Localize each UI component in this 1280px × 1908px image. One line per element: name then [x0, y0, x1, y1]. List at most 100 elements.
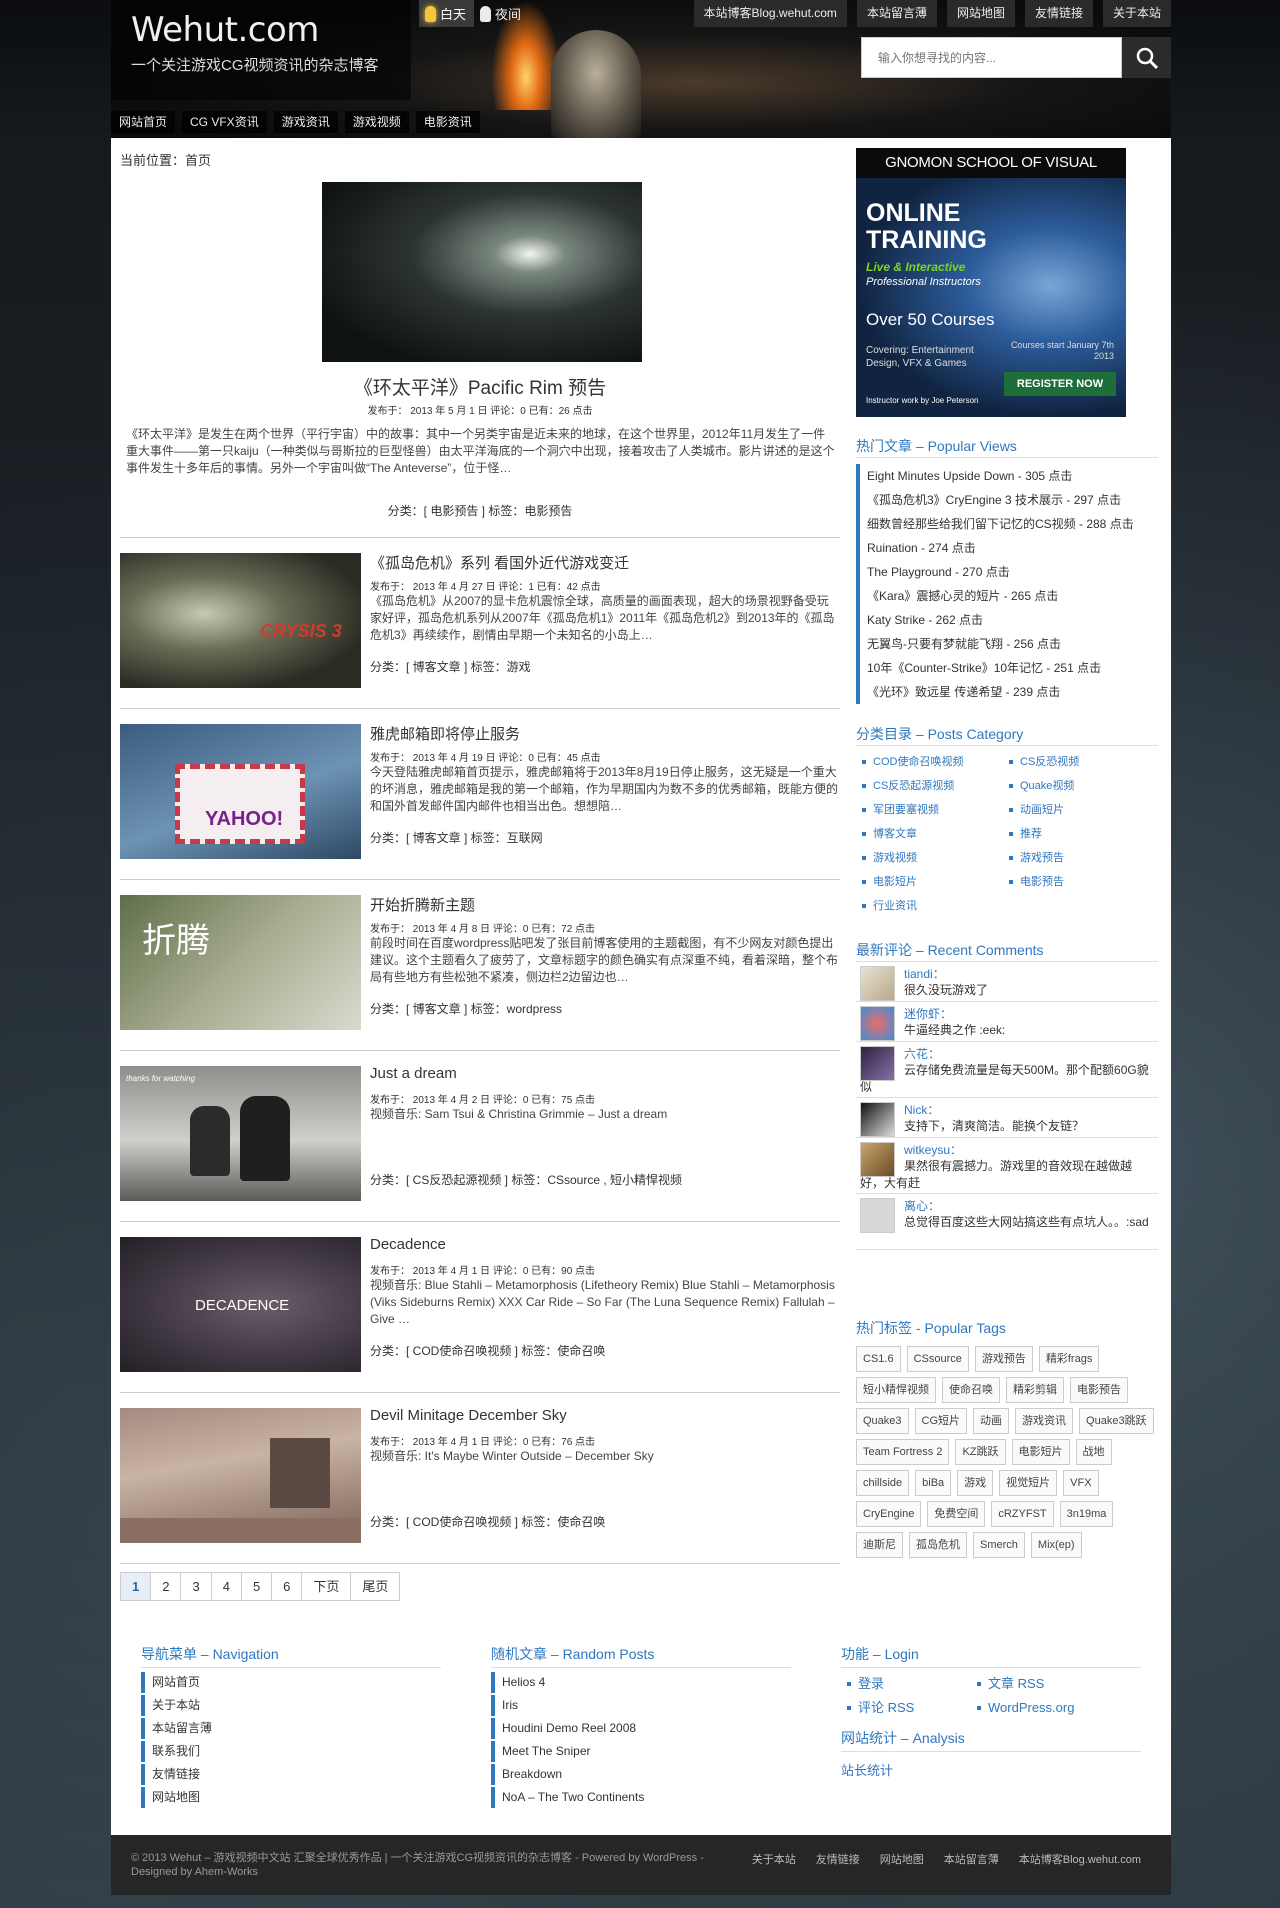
popular-item[interactable]: Eight Minutes Upside Down - 305 点击	[856, 464, 1158, 488]
popular-item[interactable]: Katy Strike - 262 点击	[856, 608, 1158, 632]
footer-nav-item[interactable]: 网站首页	[141, 1672, 441, 1693]
day-mode-button[interactable]: 白天	[419, 0, 475, 27]
top-nav-blog[interactable]: 本站博客Blog.wehut.com	[693, 0, 847, 27]
avatar[interactable]	[860, 966, 895, 1001]
random-post-item[interactable]: Breakdown	[491, 1764, 791, 1785]
page-5[interactable]: 5	[240, 1572, 273, 1601]
post-title[interactable]: 开始折腾新主题	[370, 894, 475, 915]
main-nav-movie-news[interactable]: 电影资讯	[415, 111, 480, 133]
comment-author[interactable]: witkeysu：	[904, 1142, 1154, 1158]
analysis-link[interactable]: 站长统计	[841, 1760, 1141, 1779]
tag-item[interactable]: Quake3跳跃	[1079, 1408, 1154, 1434]
tag-item[interactable]: cRZYFST	[991, 1501, 1054, 1527]
tag-item[interactable]: 战地	[1075, 1439, 1112, 1465]
night-mode-button[interactable]: 夜间	[474, 0, 529, 27]
page-next[interactable]: 下页	[301, 1572, 352, 1601]
comment-text[interactable]: 云存储免费流量是每天500M。那个配额60G貌似	[860, 1062, 1154, 1096]
featured-title[interactable]: 《环太平洋》Pacific Rim 预告	[120, 373, 840, 400]
footer-link-blog[interactable]: 本站博客Blog.wehut.com	[1019, 1851, 1141, 1867]
category-item[interactable]: CS反恐起源视频	[856, 774, 1003, 798]
popular-item[interactable]: The Playground - 270 点击	[856, 560, 1158, 584]
comment-text[interactable]: 牛逼经典之作 :eek:	[904, 1022, 1154, 1039]
ad-banner[interactable]: GNOMON SCHOOL OF VISUAL EFFECTS ONLINETR…	[856, 148, 1126, 417]
comment-text[interactable]: 总觉得百度这些大网站搞这些有点坑人。。:sad	[860, 1214, 1154, 1231]
featured-image[interactable]	[322, 182, 642, 362]
tag-item[interactable]: 游戏资讯	[1015, 1408, 1074, 1434]
page-6[interactable]: 6	[271, 1572, 303, 1601]
tag-item[interactable]: 使命召唤	[942, 1377, 1000, 1403]
tag-item[interactable]: 电影预告	[1070, 1377, 1128, 1403]
comment-text[interactable]: 支持下，清爽简洁。能换个友链？	[904, 1118, 1154, 1135]
comments-rss-link[interactable]: 评论 RSS	[841, 1696, 971, 1720]
random-post-item[interactable]: Helios 4	[491, 1672, 791, 1693]
login-link[interactable]: 登录	[841, 1672, 971, 1696]
category-item[interactable]: 推荐	[1003, 822, 1150, 846]
post-categories[interactable]: 分类：[ CS反恐起源视频 ] 标签：CSsource , 短小精悍视频	[370, 1171, 682, 1188]
tag-item[interactable]: 精彩剪辑	[1006, 1377, 1064, 1403]
post-title[interactable]: Decadence	[370, 1236, 446, 1253]
main-nav-game-news[interactable]: 游戏资讯	[273, 111, 338, 133]
category-item[interactable]: CS反恐视频	[1003, 750, 1150, 774]
footer-link-sitemap[interactable]: 网站地图	[880, 1851, 924, 1867]
tag-item[interactable]: Quake3	[856, 1408, 909, 1434]
comment-author[interactable]: 迷你虾：	[904, 1006, 1154, 1022]
post-title[interactable]: 雅虎邮箱即将停止服务	[370, 723, 520, 744]
random-post-item[interactable]: Houdini Demo Reel 2008	[491, 1718, 791, 1739]
category-item[interactable]: 游戏视频	[856, 846, 1003, 870]
popular-item[interactable]: 无翼鸟-只要有梦就能飞翔 - 256 点击	[856, 632, 1158, 656]
tag-item[interactable]: CryEngine	[856, 1501, 922, 1527]
top-nav-sitemap[interactable]: 网站地图	[946, 0, 1015, 27]
footer-link-friends[interactable]: 友情链接	[816, 1851, 860, 1867]
page-last[interactable]: 尾页	[350, 1572, 401, 1601]
category-item[interactable]: COD使命召唤视频	[856, 750, 1003, 774]
category-item[interactable]: 军团要塞视频	[856, 798, 1003, 822]
main-nav-game-videos[interactable]: 游戏视频	[344, 111, 409, 133]
post-title[interactable]: Just a dream	[370, 1065, 457, 1082]
tag-item[interactable]: Team Fortress 2	[856, 1439, 950, 1465]
popular-item[interactable]: Ruination - 274 点击	[856, 536, 1158, 560]
page-4[interactable]: 4	[210, 1572, 242, 1601]
popular-item[interactable]: 细数曾经那些给我们留下记忆的CS视频 - 288 点击	[856, 512, 1158, 536]
featured-categories[interactable]: 分类：[ 电影预告 ] 标签：电影预告	[120, 502, 840, 519]
page-2[interactable]: 2	[150, 1572, 182, 1601]
page-1[interactable]: 1	[120, 1572, 152, 1601]
comment-text[interactable]: 果然很有震撼力。游戏里的音效现在越做越好，大有赶	[860, 1158, 1154, 1192]
top-nav-about[interactable]: 关于本站	[1102, 0, 1171, 27]
popular-item[interactable]: 10年《Counter-Strike》10年记忆 - 251 点击	[856, 656, 1158, 680]
footer-nav-item[interactable]: 本站留言薄	[141, 1718, 441, 1739]
popular-item[interactable]: 《孤岛危机3》CryEngine 3 技术展示 - 297 点击	[856, 488, 1158, 512]
category-item[interactable]: Quake视频	[1003, 774, 1150, 798]
tag-item[interactable]: CG短片	[914, 1408, 968, 1434]
main-nav-cgvfx[interactable]: CG VFX资讯	[182, 111, 267, 133]
post-thumbnail[interactable]: CRYSIS 3	[120, 553, 361, 688]
avatar[interactable]	[860, 1006, 895, 1041]
comment-author[interactable]: tiandi：	[904, 966, 1154, 982]
category-item[interactable]: 动画短片	[1003, 798, 1150, 822]
avatar[interactable]	[860, 1142, 895, 1177]
tag-item[interactable]: 迪斯尼	[856, 1532, 903, 1558]
posts-rss-link[interactable]: 文章 RSS	[971, 1672, 1101, 1696]
search-input[interactable]	[861, 37, 1122, 78]
tag-item[interactable]: 免费空间	[927, 1501, 986, 1527]
post-categories[interactable]: 分类：[ 博客文章 ] 标签：互联网	[370, 829, 543, 846]
tag-item[interactable]: 游戏	[957, 1470, 994, 1496]
tag-item[interactable]: 视觉短片	[999, 1470, 1058, 1496]
tag-item[interactable]: 电影短片	[1011, 1439, 1070, 1465]
avatar[interactable]	[860, 1198, 895, 1233]
tag-item[interactable]: 动画	[973, 1408, 1010, 1434]
main-nav-home[interactable]: 网站首页	[111, 111, 176, 133]
tag-item[interactable]: 游戏预告	[974, 1346, 1033, 1372]
post-thumbnail[interactable]: DECADENCE	[120, 1237, 361, 1372]
post-thumbnail[interactable]: YAHOO!	[120, 724, 361, 859]
tag-item[interactable]: Smerch	[973, 1532, 1025, 1558]
category-item[interactable]: 行业资讯	[856, 894, 1003, 918]
footer-nav-item[interactable]: 关于本站	[141, 1695, 441, 1716]
category-item[interactable]: 博客文章	[856, 822, 1003, 846]
ad-register-button[interactable]: REGISTER NOW	[1004, 372, 1116, 396]
random-post-item[interactable]: NoA – The Two Continents	[491, 1787, 791, 1808]
top-nav-links[interactable]: 友情链接	[1024, 0, 1093, 27]
popular-item[interactable]: 《Kara》震撼心灵的短片 - 265 点击	[856, 584, 1158, 608]
tag-item[interactable]: chillside	[856, 1470, 910, 1496]
category-item[interactable]: 游戏预告	[1003, 846, 1150, 870]
comment-text[interactable]: 很久没玩游戏了	[904, 982, 1154, 999]
